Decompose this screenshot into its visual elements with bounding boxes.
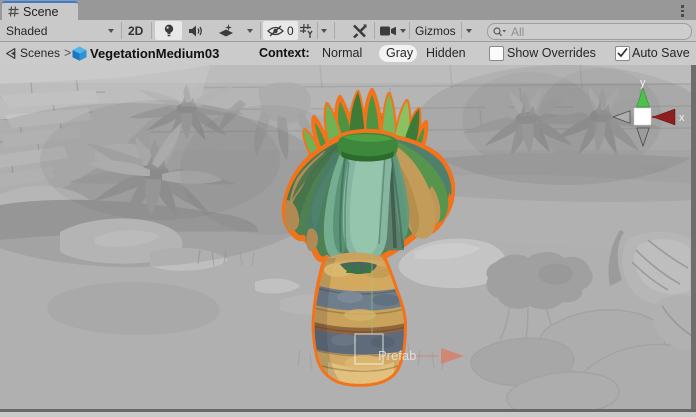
svg-text:Prefab: Prefab: [378, 348, 416, 363]
svg-text:x: x: [679, 112, 685, 124]
svg-text:y: y: [640, 77, 646, 89]
